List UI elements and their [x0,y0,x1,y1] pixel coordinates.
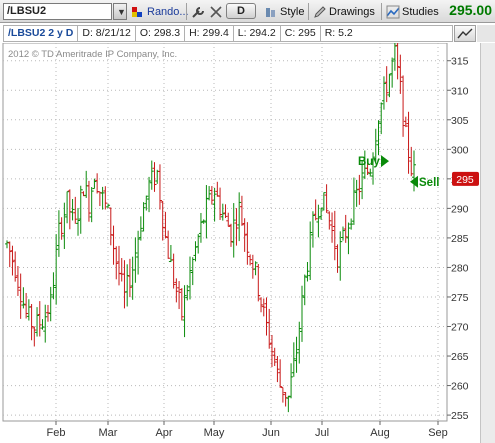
y-tick-label: 300 [451,144,469,156]
wrench-icon [191,5,205,19]
style-label: Style [280,5,305,18]
toolbar-divider [381,3,382,20]
x-tick-label: Sep [428,427,448,439]
x-tick-label: Jun [262,427,280,439]
toolbar-divider [186,3,187,20]
range-value: R: 5.2 [324,27,353,39]
studies-button[interactable]: Studies [383,2,442,21]
price-chart[interactable]: 255 260 265 270 275 280 285 290 295 300 305 310 315 F… [0,43,495,443]
panel-corner [477,25,495,42]
sell-signal-label: Sell [419,177,439,189]
copyright-text: 2012 © TD Ameritrade IP Company, Inc. [8,49,178,60]
y-tick-label: 260 [451,381,469,393]
y-tick-label: 270 [451,322,469,334]
studies-icon [386,5,400,19]
crosshair-icon [209,5,223,19]
studies-label: Studies [402,5,439,18]
y-tick-label: 290 [451,203,469,215]
tools-button[interactable] [188,2,208,21]
x-tick-label: Aug [370,427,390,439]
date-value: D: 8/21/12 [78,26,136,41]
y-tick-label: 280 [451,262,469,274]
x-tick-label: Jul [315,427,329,439]
high-value: H: 299.4 [185,26,234,41]
price-axis-scrollbar[interactable] [480,43,495,443]
y-tick-label: 255 [451,410,469,422]
close-value: C: 295 [281,26,321,41]
pencil-icon [313,5,327,19]
drawings-label: Drawings [329,5,375,18]
style-button[interactable]: Style [261,2,307,21]
chart-canvas[interactable]: 255 260 265 270 275 280 285 290 295 300 305 310 315 F… [0,43,495,443]
x-tick-label: Mar [99,427,118,439]
symbol-input[interactable]: /LBSU2 [3,3,112,20]
random-link-button[interactable]: Rando... [128,2,192,21]
chart-settings-button[interactable] [454,25,476,42]
open-value: O: 298.3 [136,26,186,41]
aggregation-d-button[interactable]: D [226,3,256,19]
x-tick-label: Feb [47,427,66,439]
low-value: L: 294.2 [234,26,281,41]
chart-settings-icon [457,28,473,39]
quote-info-bar: /LBSU2 2 y D D: 8/21/12 O: 298.3 H: 299.… [3,25,453,42]
x-tick-label: Apr [155,427,172,439]
random-label: Rando... [147,5,189,18]
buy-signal-label: Buy [358,156,380,168]
y-tick-label: 310 [451,85,469,97]
symbol-period-label[interactable]: /LBSU2 2 y D [4,26,79,41]
drawings-button[interactable]: Drawings [310,2,378,21]
y-tick-label: 305 [451,115,469,127]
y-tick-label: 315 [451,56,469,68]
toolbar: /LBSU2 ▼ Rando... D Style Drawings Studi… [0,0,495,23]
y-tick-label: 265 [451,351,469,363]
x-tick-label: May [204,427,225,439]
toolbar-divider [308,3,309,20]
y-tick-label: 275 [451,292,469,304]
y-tick-label: 285 [451,233,469,245]
last-price-tag-label: 295 [456,174,474,186]
link-color-icon [131,5,145,19]
last-price: 295.00 [449,2,492,18]
style-icon [264,5,278,19]
chevron-down-icon: ▼ [117,7,126,17]
crosshair-button[interactable] [206,2,226,21]
symbol-dropdown-button[interactable]: ▼ [113,3,127,20]
